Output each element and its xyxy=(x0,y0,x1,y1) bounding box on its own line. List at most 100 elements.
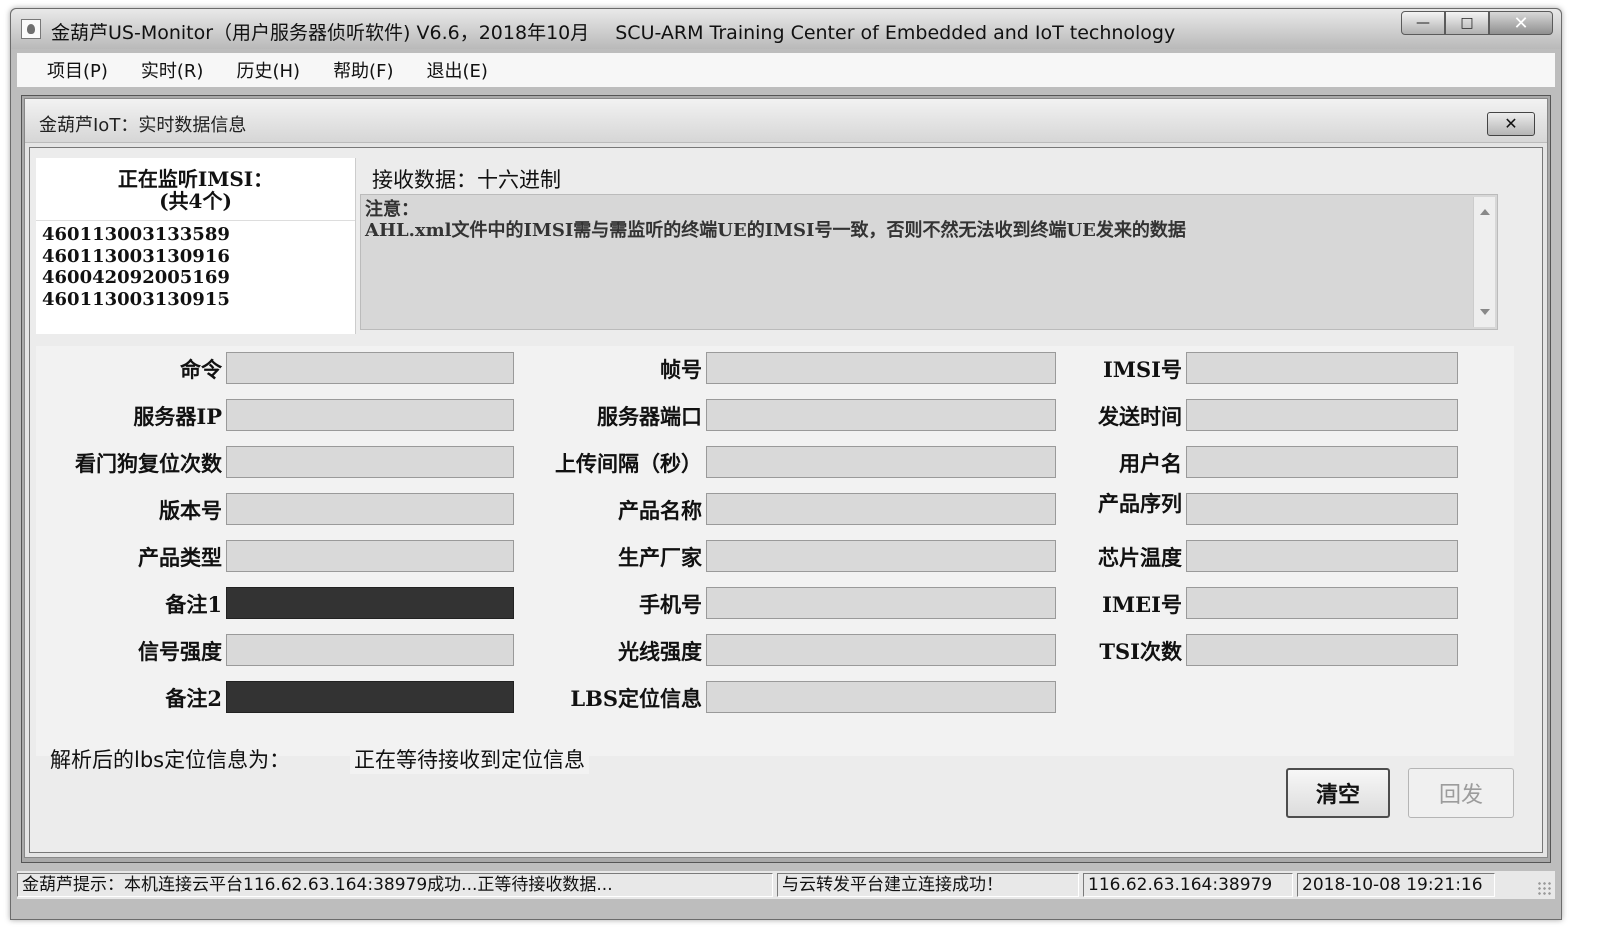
field-manufacturer[interactable] xyxy=(706,540,1056,572)
child-body: 正在监听IMSI： (共4个) 460113003133589 46011300… xyxy=(29,147,1543,853)
minimize-icon: — xyxy=(1416,15,1430,31)
note-heading: 注意： xyxy=(365,199,419,220)
reply-button[interactable]: 回发 xyxy=(1408,768,1514,818)
field-watchdog-resets[interactable] xyxy=(226,446,514,478)
field-label-product-type: 产品类型 xyxy=(138,545,222,570)
close-icon: ✕ xyxy=(1504,114,1518,133)
imsi-panel: 正在监听IMSI： (共4个) 460113003133589 46011300… xyxy=(36,158,356,334)
scroll-down-icon[interactable] xyxy=(1480,309,1490,315)
field-label-lbs-info: LBS定位信息 xyxy=(570,686,702,711)
realtime-data-window: 金葫芦IoT：实时数据信息 ✕ 正在监听IMSI： (共4个) 46011300… xyxy=(24,98,1548,858)
menu-item-help[interactable]: 帮助(F) xyxy=(333,57,393,83)
resize-grip-icon[interactable] xyxy=(1537,881,1551,895)
menu-item-history[interactable]: 历史(H) xyxy=(236,57,300,83)
status-time: 2018-10-08 19:21:16 xyxy=(1297,873,1495,897)
field-product-name[interactable] xyxy=(706,493,1056,525)
child-close-button[interactable]: ✕ xyxy=(1487,112,1535,136)
field-version[interactable] xyxy=(226,493,514,525)
mdi-area: 金葫芦IoT：实时数据信息 ✕ 正在监听IMSI： (共4个) 46011300… xyxy=(21,95,1551,863)
window-title: 金葫芦US-Monitor（用户服务器侦听软件) V6.6，2018年10月 SC… xyxy=(51,18,1175,45)
field-chip-temp[interactable] xyxy=(1186,540,1458,572)
field-phone-number[interactable] xyxy=(706,587,1056,619)
status-bar: 金葫芦提示：本机连接云平台116.62.63.164:38979成功...正等待… xyxy=(17,871,1555,899)
menu-item-project[interactable]: 项目(P) xyxy=(47,57,108,83)
status-address: 116.62.63.164:38979 xyxy=(1083,873,1293,897)
field-label-send-time: 发送时间 xyxy=(1098,404,1182,429)
menu-item-exit[interactable]: 退出(E) xyxy=(426,57,487,83)
clear-button[interactable]: 清空 xyxy=(1286,768,1390,818)
field-label-product-name: 产品名称 xyxy=(618,498,702,523)
field-remark1[interactable] xyxy=(226,587,514,619)
maximize-icon: □ xyxy=(1460,15,1474,31)
field-label-watchdog-resets: 看门狗复位次数 xyxy=(75,451,222,476)
child-title: 金葫芦IoT：实时数据信息 xyxy=(39,115,247,136)
field-label-remark2: 备注2 xyxy=(165,686,222,711)
field-label-manufacturer: 生产厂家 xyxy=(618,545,702,570)
field-command[interactable] xyxy=(226,352,514,384)
field-imsi[interactable] xyxy=(1186,352,1458,384)
field-label-upload-interval: 上传间隔（秒） xyxy=(555,451,702,476)
field-label-remark1: 备注1 xyxy=(165,592,222,617)
child-title-bar[interactable]: 金葫芦IoT：实时数据信息 ✕ xyxy=(25,99,1547,143)
window-org-text: SCU-ARM Training Center of Embedded and … xyxy=(615,22,1176,44)
menu-item-realtime[interactable]: 实时(R) xyxy=(141,57,204,83)
field-label-chip-temp: 芯片温度 xyxy=(1098,545,1182,570)
title-bar[interactable]: 金葫芦US-Monitor（用户服务器侦听软件) V6.6，2018年10月 SC… xyxy=(11,9,1561,49)
field-label-server-port: 服务器端口 xyxy=(597,404,702,429)
lbs-parsed-value: 正在等待接收到定位信息 xyxy=(350,744,589,774)
menu-bar: 项目(P) 实时(R) 历史(H) 帮助(F) 退出(E) xyxy=(17,53,1555,87)
status-hint: 金葫芦提示：本机连接云平台116.62.63.164:38979成功...正等待… xyxy=(17,873,773,897)
field-remark2[interactable] xyxy=(226,681,514,713)
imsi-count: (共4个) xyxy=(159,189,232,213)
field-label-tsi-count: TSI次数 xyxy=(1099,639,1182,664)
field-product-serial[interactable] xyxy=(1186,493,1458,525)
field-label-product-serial: 产品序列 xyxy=(1098,491,1182,516)
field-tsi-count[interactable] xyxy=(1186,634,1458,666)
imsi-divider xyxy=(36,220,355,221)
field-server-port[interactable] xyxy=(706,399,1056,431)
app-icon xyxy=(21,19,41,39)
close-button[interactable]: ✕ xyxy=(1489,11,1553,35)
field-product-type[interactable] xyxy=(226,540,514,572)
receive-scrollbar[interactable] xyxy=(1473,197,1495,327)
field-server-ip[interactable] xyxy=(226,399,514,431)
scroll-up-icon[interactable] xyxy=(1480,209,1490,215)
window-controls: — □ ✕ xyxy=(1401,11,1553,35)
lbs-parsed-label: 解析后的lbs定位信息为： xyxy=(50,748,291,772)
status-cloud: 与云转发平台建立连接成功！ xyxy=(777,873,1079,897)
field-label-server-ip: 服务器IP xyxy=(133,404,222,429)
field-label-imsi: IMSI号 xyxy=(1102,357,1182,382)
imsi-list-item[interactable]: 460113003133589 xyxy=(42,224,230,246)
main-window: 金葫芦US-Monitor（用户服务器侦听软件) V6.6，2018年10月 SC… xyxy=(10,8,1562,920)
fields-area: 命令 服务器IP 看门狗复位次数 版本号 产品类型 备注1 信号强度 备注2 帧… xyxy=(36,346,1514,756)
field-frame-no[interactable] xyxy=(706,352,1056,384)
field-username[interactable] xyxy=(1186,446,1458,478)
field-label-light-intensity: 光线强度 xyxy=(618,639,702,664)
field-label-frame-no: 帧号 xyxy=(660,357,702,382)
field-label-username: 用户名 xyxy=(1119,451,1182,476)
field-light-intensity[interactable] xyxy=(706,634,1056,666)
field-imei[interactable] xyxy=(1186,587,1458,619)
imsi-list-item[interactable]: 460113003130915 xyxy=(42,289,230,311)
window-title-text: 金葫芦US-Monitor（用户服务器侦听软件) V6.6，2018年10月 xyxy=(51,22,590,44)
field-label-signal-strength: 信号强度 xyxy=(138,639,222,664)
imsi-list-item[interactable]: 460042092005169 xyxy=(42,267,230,289)
field-label-phone-number: 手机号 xyxy=(639,592,702,617)
field-label-version: 版本号 xyxy=(159,498,222,523)
imsi-title: 正在监听IMSI： (共4个) xyxy=(36,168,355,212)
receive-data-label: 接收数据：十六进制 xyxy=(368,164,565,194)
field-send-time[interactable] xyxy=(1186,399,1458,431)
field-upload-interval[interactable] xyxy=(706,446,1056,478)
note-body: AHL.xml文件中的IMSI需与需监听的终端UE的IMSI号一致，否则不然无法… xyxy=(365,220,1186,241)
field-signal-strength[interactable] xyxy=(226,634,514,666)
minimize-button[interactable]: — xyxy=(1401,11,1445,35)
imsi-list[interactable]: 460113003133589 460113003130916 46004209… xyxy=(42,224,230,310)
field-lbs-info[interactable] xyxy=(706,681,1056,713)
maximize-button[interactable]: □ xyxy=(1445,11,1489,35)
field-label-imei: IMEI号 xyxy=(1102,592,1182,617)
receive-data-textbox[interactable]: 注意： AHL.xml文件中的IMSI需与需监听的终端UE的IMSI号一致，否则… xyxy=(360,194,1498,330)
close-icon: ✕ xyxy=(1513,12,1529,34)
field-label-command: 命令 xyxy=(180,357,222,382)
imsi-list-item[interactable]: 460113003130916 xyxy=(42,246,230,268)
receive-data-text: 注意： AHL.xml文件中的IMSI需与需监听的终端UE的IMSI号一致，否则… xyxy=(365,199,1186,241)
